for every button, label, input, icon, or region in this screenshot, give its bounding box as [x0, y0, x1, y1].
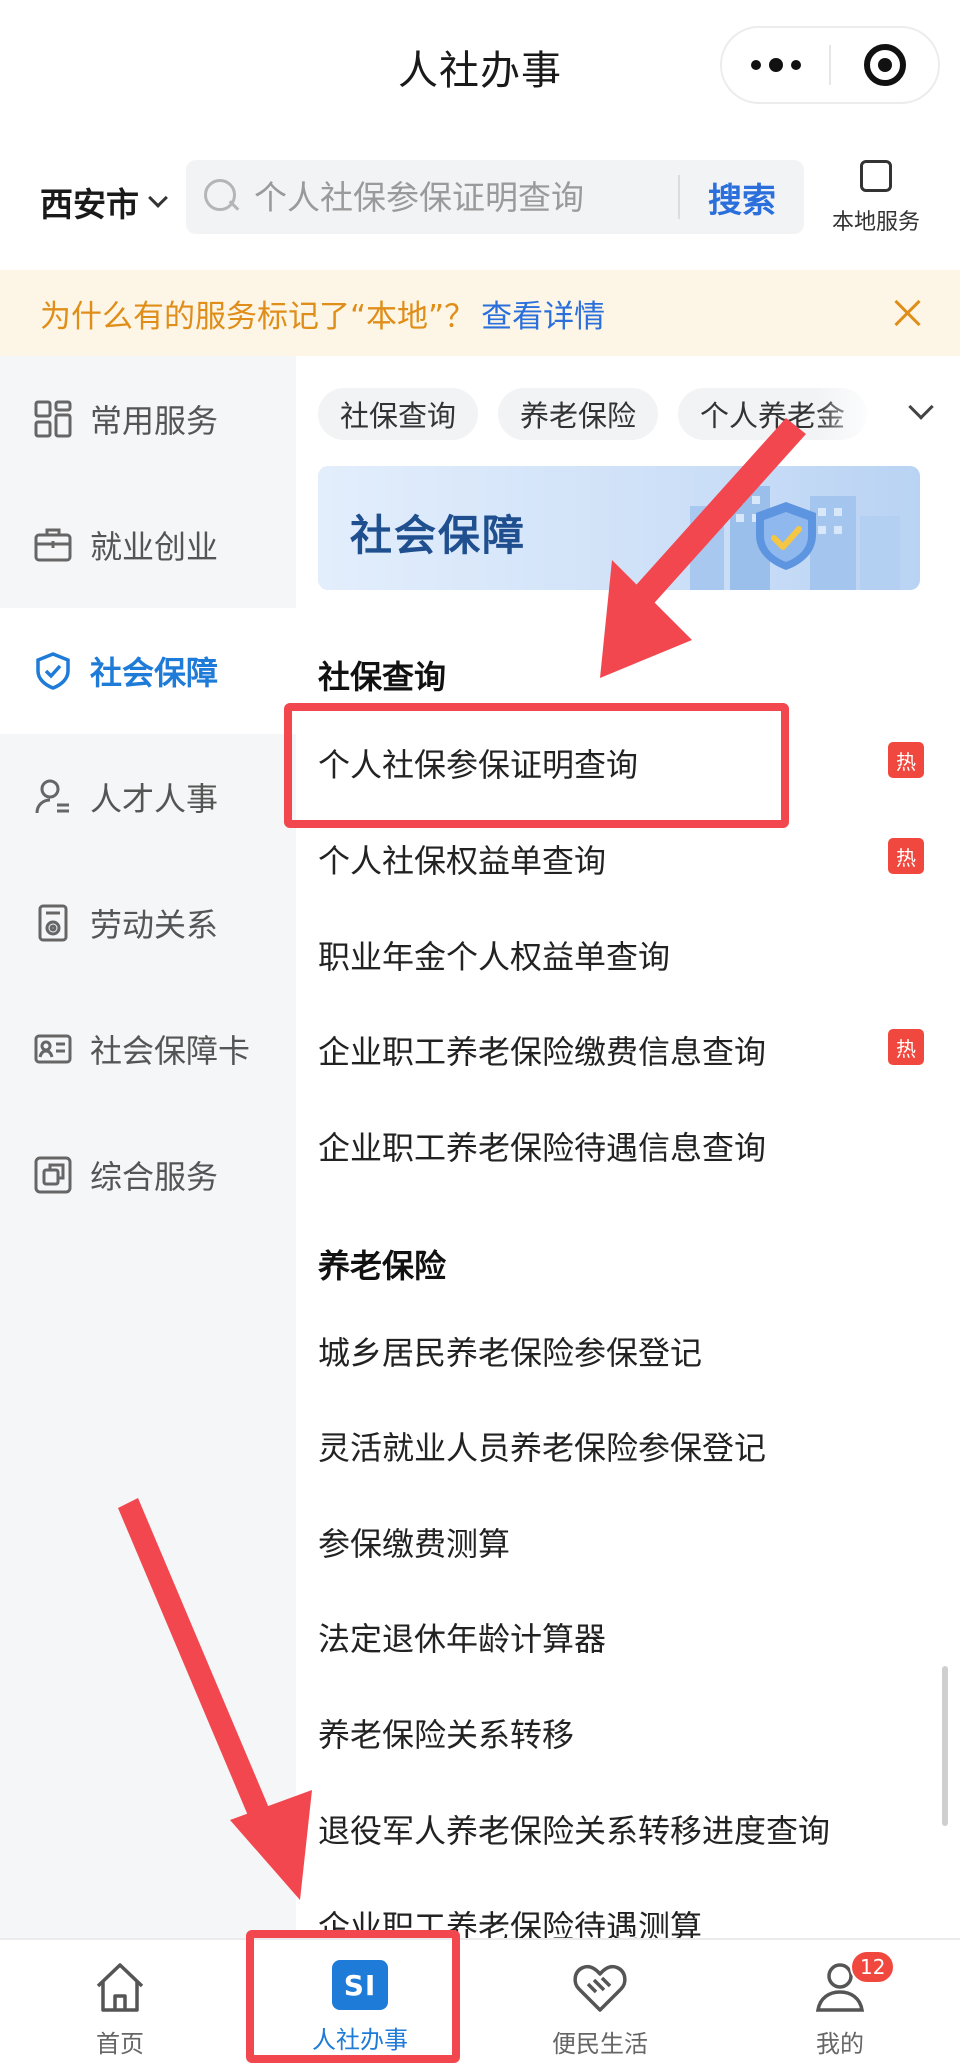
- close-icon[interactable]: [892, 298, 922, 328]
- search-icon: [204, 179, 240, 215]
- sidebar-item-label: 就业创业: [90, 528, 219, 566]
- title-bar: 人社办事: [0, 0, 960, 136]
- search-button[interactable]: 搜索: [680, 173, 804, 222]
- section-title-pension: 养老保险: [318, 1247, 447, 1285]
- sidebar-item-label: 人才人事: [90, 780, 219, 818]
- banner-title: 社会保障: [350, 511, 527, 560]
- miniprogram-capsule: [720, 26, 940, 104]
- service-item[interactable]: 灵活就业人员养老保险参保登记: [318, 1423, 938, 1469]
- category-sidebar: 常用服务 就业创业 社会保障 人才人事 劳动关系 社会保障卡 综合服务: [0, 356, 296, 1938]
- bottom-tab-bar: 首页 SI 人社办事 便民生活 我的 12: [0, 1938, 960, 2063]
- shield-check-icon: [34, 652, 72, 690]
- service-item[interactable]: 企业职工养老保险待遇测算: [318, 1902, 938, 1938]
- person-icon: [34, 778, 72, 816]
- tab-label: 首页: [96, 2030, 144, 2058]
- badge-icon: [34, 904, 72, 942]
- notice-text: 为什么有的服务标记了“本地”？: [40, 298, 476, 335]
- sidebar-item-label: 常用服务: [90, 402, 219, 440]
- city-shield-illustration: [690, 486, 900, 590]
- handshake-heart-icon: [573, 1964, 627, 2012]
- sidebar-item-employment[interactable]: 就业创业: [0, 482, 296, 608]
- sidebar-item-ss-card[interactable]: 社会保障卡: [0, 986, 296, 1112]
- section-title-social-query: 社保查询: [318, 658, 447, 696]
- hot-badge: 热: [888, 1029, 924, 1065]
- sidebar-item-label: 社会保障卡: [90, 1032, 251, 1070]
- grid-icon: [34, 400, 72, 438]
- sidebar-item-general[interactable]: 综合服务: [0, 1112, 296, 1238]
- service-item[interactable]: 城乡居民养老保险参保登记: [318, 1328, 938, 1374]
- sidebar-item-label: 劳动关系: [90, 906, 219, 944]
- id-card-icon: [34, 1030, 72, 1068]
- service-item[interactable]: 法定退休年龄计算器: [318, 1614, 938, 1660]
- notice-bar: 为什么有的服务标记了“本地”？ 查看详情: [0, 270, 960, 356]
- sidebar-item-label: 综合服务: [90, 1158, 219, 1196]
- tab-mine[interactable]: 我的 12: [720, 1940, 960, 2063]
- chevron-down-icon: [148, 188, 168, 208]
- search-box: 搜索: [186, 160, 804, 234]
- service-item[interactable]: 企业职工养老保险待遇信息查询: [318, 1123, 938, 1169]
- sidebar-item-labor[interactable]: 劳动关系: [0, 860, 296, 986]
- tab-label: 便民生活: [552, 2030, 648, 2058]
- tab-hr-services[interactable]: SI 人社办事: [240, 1940, 480, 2063]
- service-item[interactable]: 职业年金个人权益单查询: [318, 932, 938, 978]
- layers-icon: [34, 1156, 72, 1194]
- city-selector[interactable]: 西安市: [40, 178, 168, 226]
- local-service-toggle[interactable]: 本地服务: [828, 156, 924, 236]
- service-list-panel: 社保查询 养老保险 个人养老金 社会保障 社保查询 个人社保参保证明查询 热 个…: [296, 356, 960, 1938]
- si-icon: SI: [332, 1960, 388, 2010]
- sidebar-item-common[interactable]: 常用服务: [0, 356, 296, 482]
- service-item[interactable]: 退役军人养老保险关系转移进度查询: [318, 1806, 938, 1852]
- close-miniprogram-button[interactable]: [831, 28, 938, 102]
- city-name: 西安市: [40, 185, 139, 224]
- checkbox-icon: [860, 160, 892, 192]
- home-icon: [96, 1963, 144, 2012]
- chips-fade: [816, 376, 960, 452]
- chip-social-query[interactable]: 社保查询: [318, 388, 479, 440]
- service-item[interactable]: 参保缴费测算: [318, 1519, 938, 1565]
- more-button[interactable]: [722, 28, 829, 102]
- category-chips: 社保查询 养老保险 个人养老金: [318, 388, 868, 440]
- briefcase-icon: [34, 526, 72, 564]
- service-item[interactable]: 企业职工养老保险缴费信息查询: [318, 1027, 938, 1073]
- notice-detail-link[interactable]: 查看详情: [481, 291, 605, 336]
- tab-label: 我的: [816, 2030, 864, 2058]
- sidebar-item-label: 社会保障: [90, 654, 219, 692]
- service-item[interactable]: 个人社保参保证明查询: [318, 740, 938, 786]
- service-item[interactable]: 个人社保权益单查询: [318, 836, 938, 882]
- sidebar-item-social-security[interactable]: 社会保障: [0, 608, 296, 734]
- scrollbar[interactable]: [942, 1666, 948, 1826]
- search-row: 西安市 搜索 本地服务: [0, 150, 960, 260]
- sidebar-item-talent[interactable]: 人才人事: [0, 734, 296, 860]
- tab-label: 人社办事: [312, 2026, 408, 2054]
- chip-pension[interactable]: 养老保险: [498, 388, 659, 440]
- tab-home[interactable]: 首页: [0, 1940, 240, 2063]
- hot-badge: 热: [888, 838, 924, 874]
- notification-badge: 12: [850, 1950, 896, 1984]
- more-dots-icon: [750, 58, 801, 72]
- target-icon: [863, 44, 906, 86]
- hot-badge: 热: [888, 742, 924, 778]
- local-service-label: 本地服务: [831, 210, 920, 235]
- tab-life[interactable]: 便民生活: [480, 1940, 720, 2063]
- section-banner: 社会保障: [318, 466, 920, 590]
- service-item[interactable]: 养老保险关系转移: [318, 1710, 938, 1756]
- search-input[interactable]: [254, 177, 678, 217]
